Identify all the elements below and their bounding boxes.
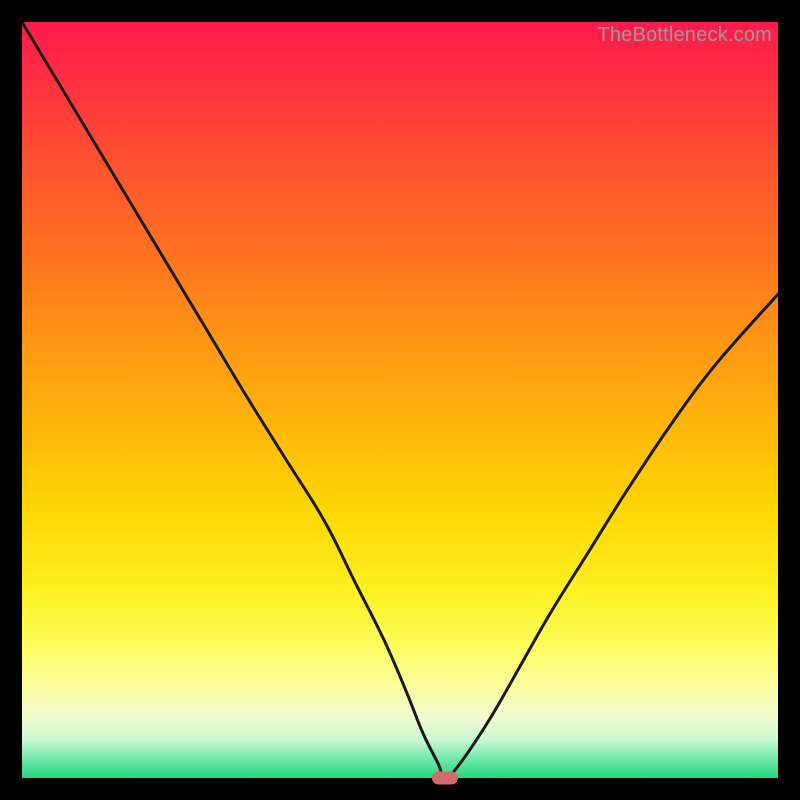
plot-area: TheBottleneck.com: [22, 22, 778, 778]
bottleneck-curve: [22, 22, 778, 778]
chart-frame: TheBottleneck.com: [0, 0, 800, 800]
optimal-point-marker: [432, 772, 458, 785]
